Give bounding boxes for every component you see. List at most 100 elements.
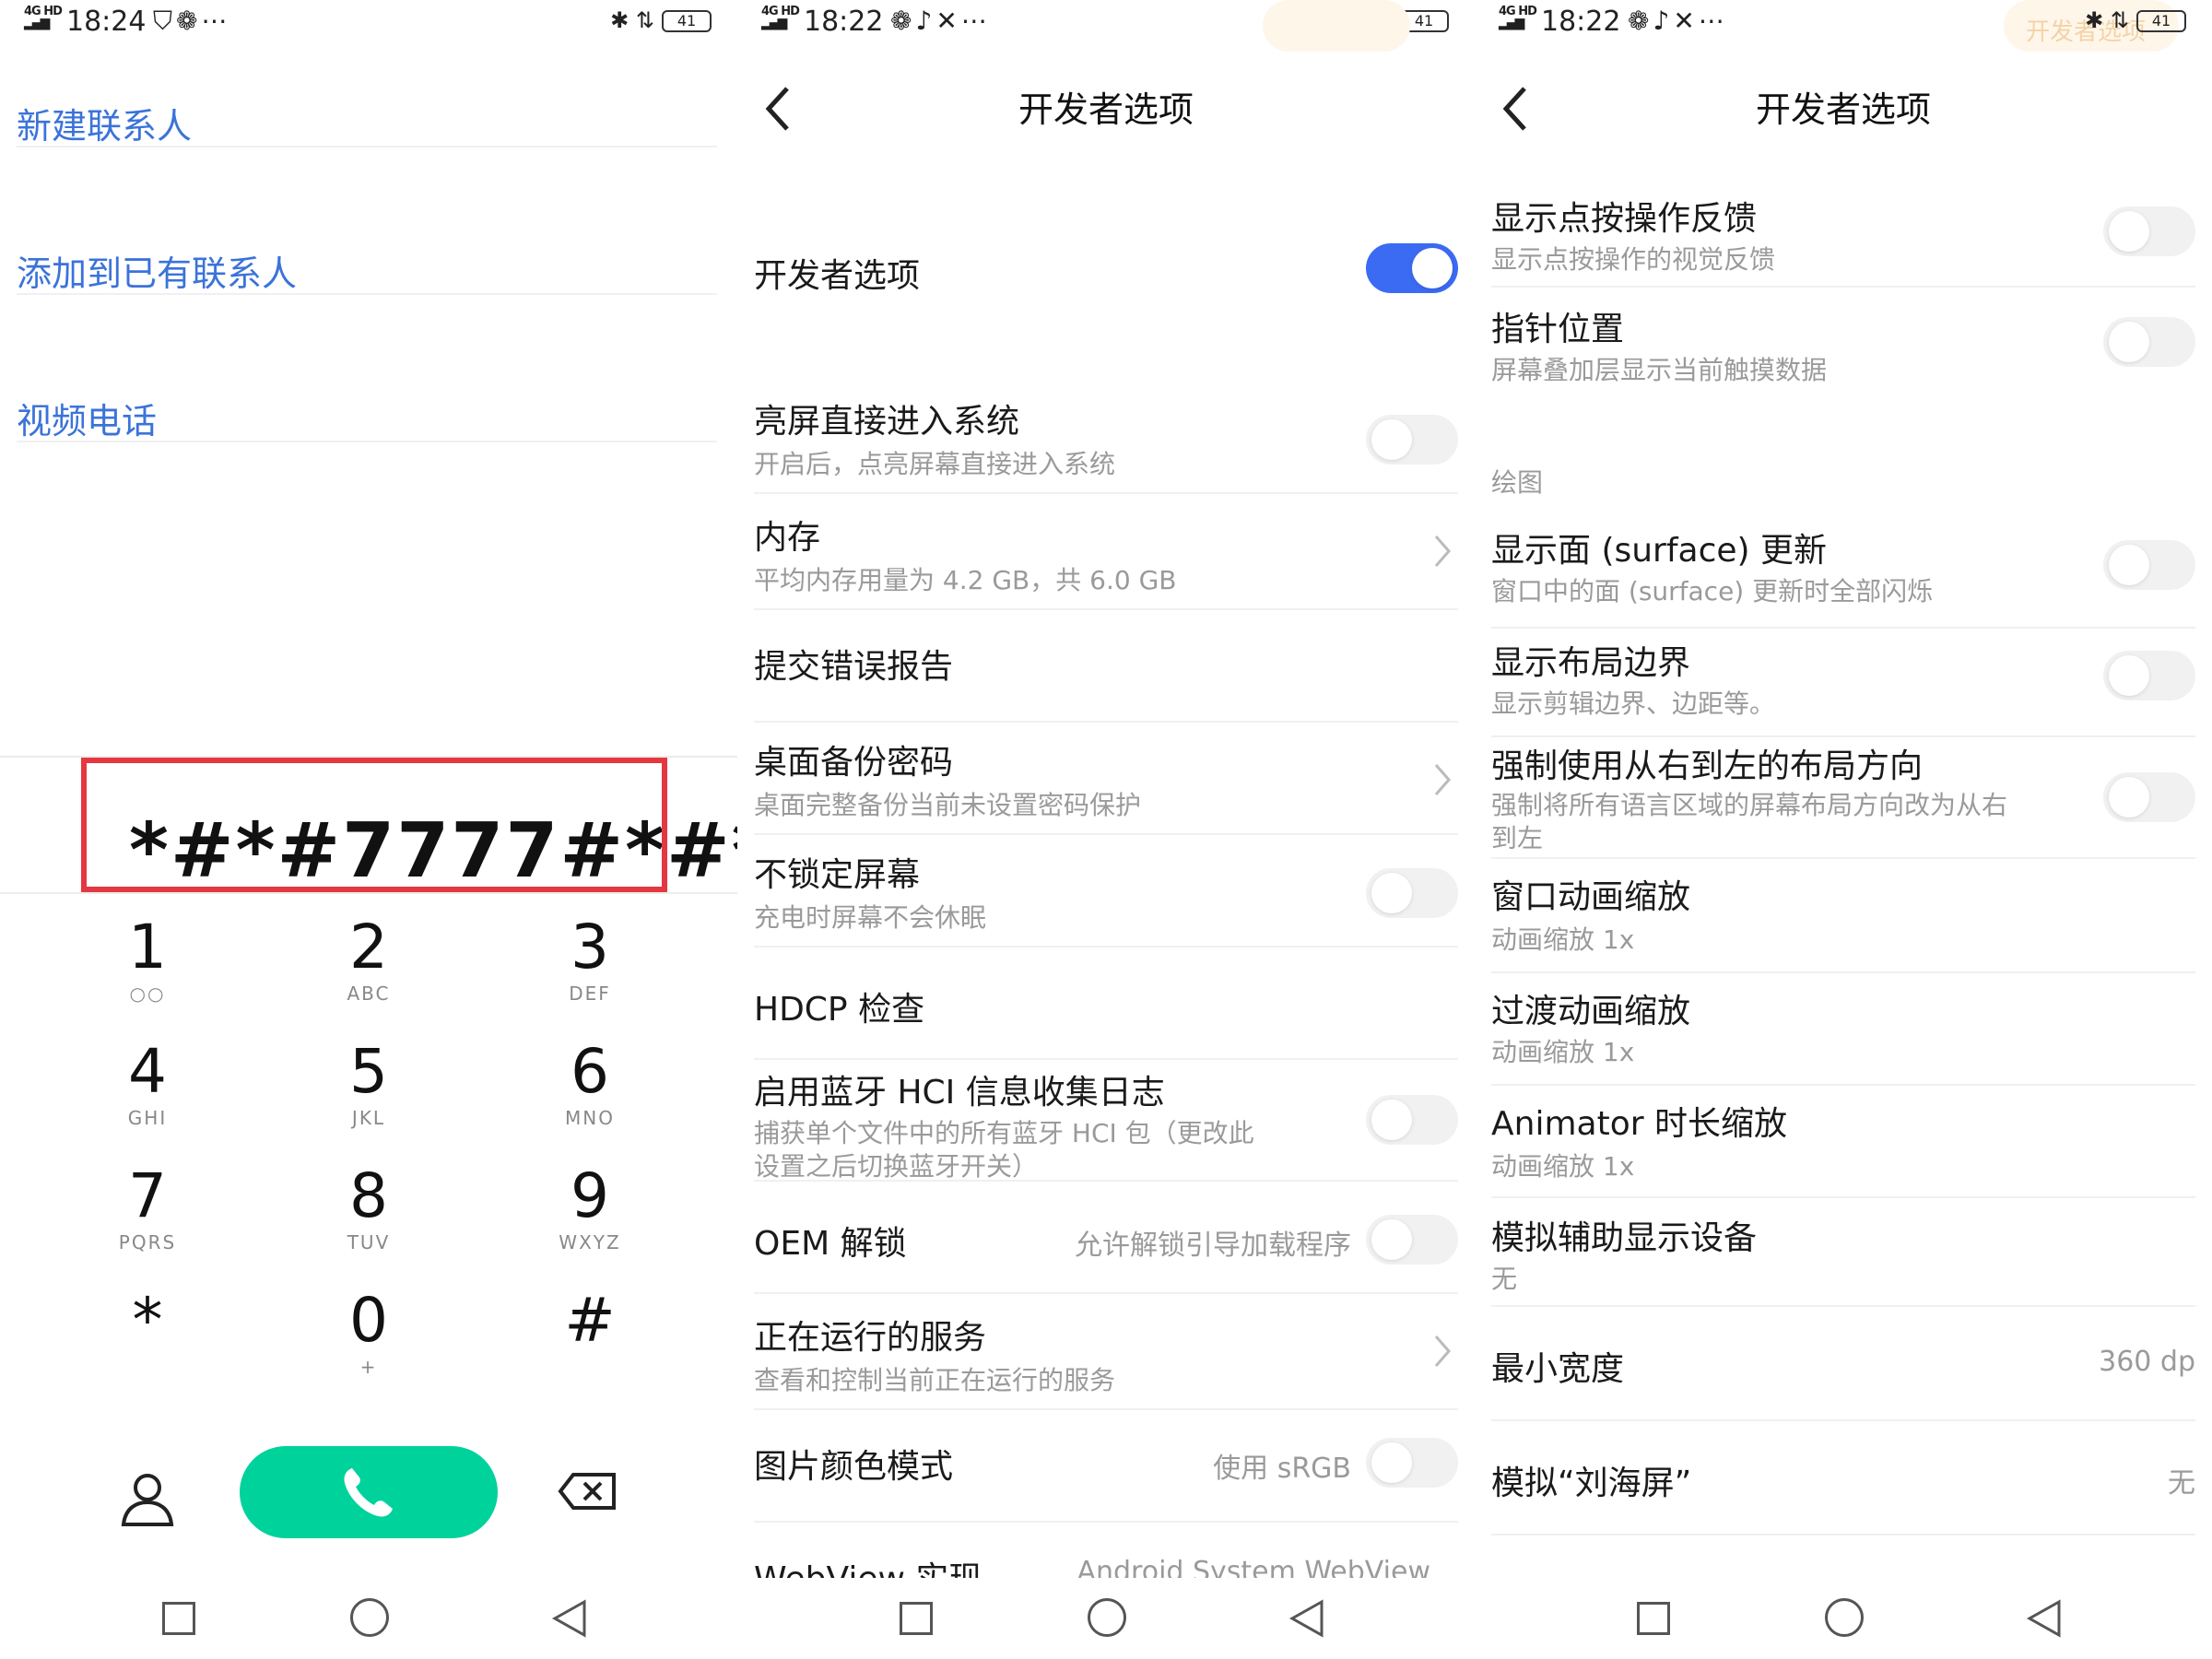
layout-bounds-toggle[interactable] xyxy=(2103,651,2195,700)
bluetooth-icon: ✱ xyxy=(2085,7,2104,33)
key-letters: DEF xyxy=(569,982,611,1005)
row-subtitle: 显示剪辑边界、边距等。 xyxy=(1491,688,1776,719)
color-mode-row[interactable]: 图片颜色模式 使用 sRGB xyxy=(754,1412,1458,1523)
key-0[interactable]: 0 + xyxy=(276,1286,461,1406)
back-nav-icon[interactable] xyxy=(551,1598,588,1639)
key-digit: 4 xyxy=(128,1036,167,1107)
recent-apps-icon[interactable] xyxy=(162,1602,195,1635)
more-icon: ⋯ xyxy=(1698,6,1728,36)
recent-apps-icon[interactable] xyxy=(1637,1602,1670,1635)
key-3[interactable]: 3 DEF xyxy=(498,912,682,1032)
stay-awake-row[interactable]: 不锁定屏幕 充电时屏幕不会休眠 xyxy=(754,837,1458,947)
surface-updates-toggle[interactable] xyxy=(2103,540,2195,590)
wake-direct-row[interactable]: 亮屏直接进入系统 开启后，点亮屏幕直接进入系统 xyxy=(754,387,1458,494)
row-subtitle: 查看和控制当前正在运行的服务 xyxy=(754,1365,1116,1395)
oem-unlock-row[interactable]: OEM 解锁 允许解锁引导加载程序 xyxy=(754,1183,1458,1294)
webview-row[interactable]: WebView 实现 Android System WebView xyxy=(754,1552,1458,1578)
row-subtitle-2: 设置之后切换蓝牙开关） xyxy=(754,1151,1039,1182)
back-nav-icon[interactable] xyxy=(2026,1598,2063,1639)
pointer-location-toggle[interactable] xyxy=(2103,317,2195,367)
home-icon[interactable] xyxy=(350,1598,389,1637)
add-to-existing-contact-item[interactable]: 添加到已有联系人 xyxy=(17,147,717,295)
page-title: 开发者选项 xyxy=(1018,89,1194,130)
recent-apps-icon[interactable] xyxy=(900,1602,933,1635)
memory-row[interactable]: 内存 平均内存用量为 4.2 GB，共 6.0 GB xyxy=(754,496,1458,610)
show-taps-toggle[interactable] xyxy=(2103,206,2195,256)
key-letters: TUV xyxy=(347,1231,391,1253)
row-title: 不锁定屏幕 xyxy=(754,856,921,894)
row-subtitle-2: 到左 xyxy=(1491,823,1544,853)
oem-unlock-toggle[interactable] xyxy=(1366,1215,1458,1265)
key-6[interactable]: 6 MNO xyxy=(498,1037,682,1157)
key-9[interactable]: 9 WXYZ xyxy=(498,1161,682,1281)
key-8[interactable]: 8 TUV xyxy=(276,1161,461,1281)
force-rtl-row[interactable]: 强制使用从右到左的布局方向 强制将所有语言区域的屏幕布局方向改为从右 到左 xyxy=(1491,739,2195,859)
row-subtitle: 开启后，点亮屏幕直接进入系统 xyxy=(754,449,1116,479)
tools-icon: ✕ xyxy=(935,6,961,36)
surface-updates-row[interactable]: 显示面 (surface) 更新 窗口中的面 (surface) 更新时全部闪烁 xyxy=(1491,518,2195,629)
window-animation-scale-row[interactable]: 窗口动画缩放 动画缩放 1x xyxy=(1491,861,2195,973)
bug-report-row[interactable]: 提交错误报告 xyxy=(754,612,1458,723)
row-subtitle: 窗口中的面 (surface) 更新时全部闪烁 xyxy=(1491,576,1934,606)
key-4[interactable]: 4 GHI xyxy=(55,1037,240,1157)
min-width-row[interactable]: 最小宽度 360 dp xyxy=(1491,1309,2195,1421)
contacts-icon[interactable] xyxy=(118,1469,177,1528)
secondary-display-row[interactable]: 模拟辅助显示设备 无 xyxy=(1491,1200,2195,1307)
row-title: 正在运行的服务 xyxy=(754,1319,987,1357)
key-hash[interactable]: # xyxy=(498,1286,682,1406)
row-title: 窗口动画缩放 xyxy=(1491,878,1691,916)
row-title: 显示布局边界 xyxy=(1491,644,1691,682)
row-title: 模拟“刘海屏” xyxy=(1491,1465,1692,1502)
key-letters: ABC xyxy=(347,982,391,1005)
dialer-screen: 4G HD ▂▄▆ 18:24 ⛉❁⋯ ✱ ⇅ 41 新建联系人 添加到已有联系人 … xyxy=(0,0,737,1659)
developer-options-row[interactable]: 开发者选项 xyxy=(754,203,1458,332)
layout-bounds-row[interactable]: 显示布局边界 显示剪辑边界、边距等。 xyxy=(1491,630,2195,737)
key-star[interactable]: * xyxy=(55,1286,240,1406)
notification-icons: ❁♪✕⋯ xyxy=(890,6,991,36)
simulate-notch-row[interactable]: 模拟“刘海屏” 无 xyxy=(1491,1423,2195,1535)
color-mode-toggle[interactable] xyxy=(1366,1438,1458,1488)
new-contact-item[interactable]: 新建联系人 xyxy=(17,0,717,147)
row-title: 模拟辅助显示设备 xyxy=(1491,1219,1758,1257)
key-letters: JKL xyxy=(351,1107,386,1129)
key-5[interactable]: 5 JKL xyxy=(276,1037,461,1157)
row-title: 最小宽度 xyxy=(1491,1350,1625,1388)
row-subtitle: 强制将所有语言区域的屏幕布局方向改为从右 xyxy=(1491,790,2008,820)
key-letters: GHI xyxy=(127,1107,168,1129)
page-header: 开发者选项 xyxy=(737,55,1475,157)
row-value: 允许解锁引导加载程序 xyxy=(1075,1230,1351,1262)
animator-duration-scale-row[interactable]: Animator 时长缩放 动画缩放 1x xyxy=(1491,1088,2195,1198)
home-icon[interactable] xyxy=(1088,1598,1126,1637)
transition-animation-scale-row[interactable]: 过渡动画缩放 动画缩放 1x xyxy=(1491,975,2195,1086)
signal-icon: 4G HD ▂▄▆ xyxy=(1499,5,1537,30)
call-button[interactable] xyxy=(240,1446,498,1538)
wechat-icon: ❁ xyxy=(890,6,916,36)
developer-options-toggle[interactable] xyxy=(1366,243,1458,293)
video-call-item[interactable]: 视频电话 xyxy=(17,295,717,442)
status-bar: 4G HD▂▄▆ 18:22 ❁♪✕⋯ ✱ ⇅41 xyxy=(737,0,1475,52)
notification-icons: ❁♪✕⋯ xyxy=(1628,6,1728,36)
row-title: 提交错误报告 xyxy=(754,648,954,686)
key-letters: MNO xyxy=(565,1107,615,1129)
row-title: 图片颜色模式 xyxy=(754,1448,954,1486)
pointer-location-row[interactable]: 指针位置 屏幕叠加层显示当前触摸数据 xyxy=(1491,289,2195,398)
hdcp-row[interactable]: HDCP 检查 xyxy=(754,949,1458,1060)
show-taps-row[interactable]: 显示点按操作反馈 显示点按操作的视觉反馈 xyxy=(1491,179,2195,288)
key-1[interactable]: 1 ○○ xyxy=(55,912,240,1032)
backup-password-row[interactable]: 桌面备份密码 桌面完整备份当前未设置密码保护 xyxy=(754,724,1458,835)
force-rtl-toggle[interactable] xyxy=(2103,772,2195,822)
bluetooth-hci-toggle[interactable] xyxy=(1366,1095,1458,1145)
back-nav-icon[interactable] xyxy=(1288,1598,1325,1639)
running-services-row[interactable]: 正在运行的服务 查看和控制当前正在运行的服务 xyxy=(754,1296,1458,1410)
key-letters: + xyxy=(359,1356,378,1378)
row-value: 无 xyxy=(2168,1467,2195,1500)
status-pill xyxy=(1263,0,1410,52)
home-icon[interactable] xyxy=(1825,1598,1864,1637)
stay-awake-toggle[interactable] xyxy=(1366,868,1458,918)
backspace-icon[interactable] xyxy=(557,1471,619,1512)
row-title: 过渡动画缩放 xyxy=(1491,993,1691,1030)
bluetooth-hci-row[interactable]: 启用蓝牙 HCI 信息收集日志 捕获单个文件中的所有蓝牙 HCI 包（更改此 设… xyxy=(754,1062,1458,1182)
wake-direct-toggle[interactable] xyxy=(1366,415,1458,465)
key-7[interactable]: 7 PQRS xyxy=(55,1161,240,1281)
key-2[interactable]: 2 ABC xyxy=(276,912,461,1032)
